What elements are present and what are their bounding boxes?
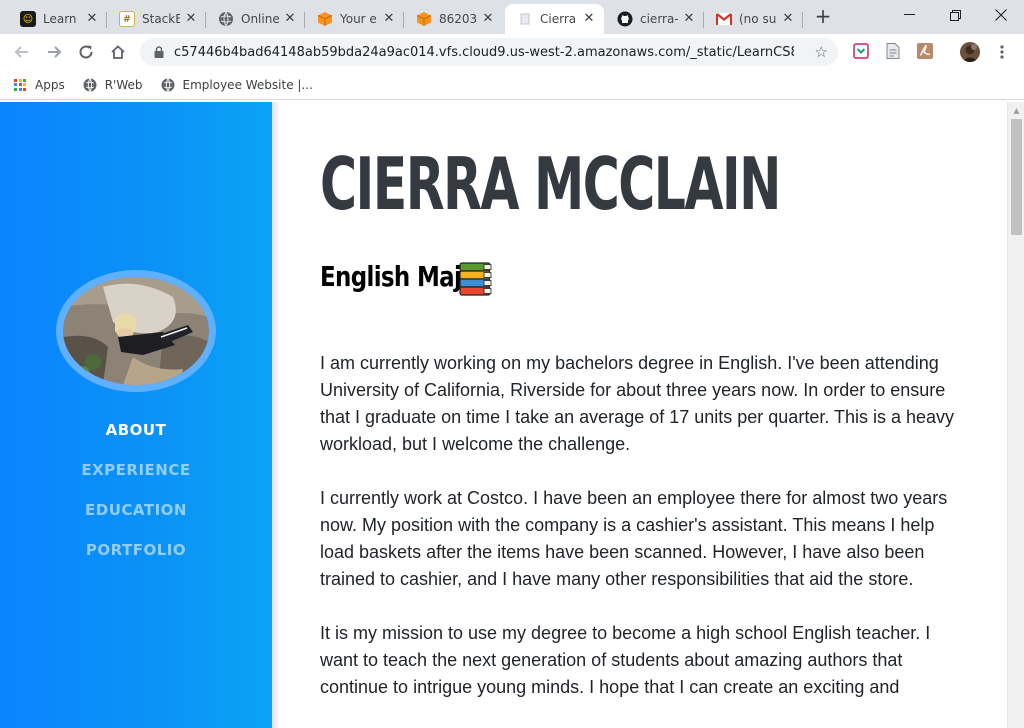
gmail-icon [716,11,732,27]
cube-icon [317,11,333,27]
globe-icon [83,77,97,92]
tab-title: (no sul [739,12,777,26]
sidebar-nav: ABOUT EXPERIENCE EDUCATION PORTFOLIO [0,416,272,576]
scrollbar-thumb[interactable] [1011,119,1022,235]
tab-learn[interactable]: ☺ Learn ( ✕ [8,4,107,34]
apps-grid-icon [14,78,26,91]
forward-arrow-icon[interactable] [40,38,68,66]
bookmark-label: R'Web [104,77,143,92]
extension-shield-icon[interactable] [852,42,870,60]
close-tab-icon[interactable]: ✕ [682,12,696,26]
about-text: I am currently working on my bachelors d… [320,350,970,728]
globe-icon [161,77,175,92]
cube-icon [416,11,432,27]
close-tab-icon[interactable]: ✕ [184,12,198,26]
subtitle: English Major [320,260,524,296]
page-scrollbar[interactable]: ▲ [1007,102,1024,728]
tab-title: Cierra [540,12,577,26]
sidebar: ABOUT EXPERIENCE EDUCATION PORTFOLIO [0,102,280,728]
nav-item-about[interactable]: ABOUT [0,416,272,456]
tab-your-env[interactable]: Your e ✕ [305,4,404,34]
about-paragraph: It is my mission to use my degree to bec… [320,623,931,697]
bookmark-rweb[interactable]: R'Web [83,78,143,92]
tab-title: cierra- [640,12,678,26]
restore-icon[interactable] [932,0,978,30]
home-icon[interactable] [104,38,132,66]
scroll-up-arrow-icon[interactable]: ▲ [1008,102,1024,119]
reload-icon[interactable] [72,38,100,66]
nav-item-education[interactable]: EDUCATION [0,496,272,536]
stackedit-hash-icon: # [119,11,135,27]
tab-gmail[interactable]: (no sul ✕ [704,4,803,34]
tab-strip: ☺ Learn ( ✕ # StackE ✕ Online ✕ Your e ✕… [0,0,1024,34]
close-tab-icon[interactable]: ✕ [283,12,297,26]
bookmark-label: Employee Website |... [182,77,313,92]
profile-photo [63,277,209,385]
tab-86203[interactable]: 86203( ✕ [404,4,503,34]
bookmark-star-icon[interactable]: ☆ [815,44,828,60]
nav-item-experience[interactable]: EXPERIENCE [0,456,272,496]
close-tab-icon[interactable]: ✕ [382,12,396,26]
books-icon [459,262,492,296]
bookmark-apps[interactable]: Apps [14,78,65,92]
close-tab-icon[interactable]: ✕ [582,12,596,26]
close-tab-icon[interactable]: ✕ [85,12,99,26]
close-tab-icon[interactable]: ✕ [781,12,795,26]
page-icon [517,11,533,27]
globe-icon [218,11,234,27]
profile-avatar-icon[interactable] [960,42,980,62]
bookmarks-bar: Apps R'Web Employee Website |... [0,70,1024,100]
address-bar[interactable]: c57446b4bad64148ab59bda24a9ac014.vfs.clo… [140,38,838,66]
minimize-icon[interactable] [886,0,932,30]
about-paragraph: I am currently working on my bachelors d… [320,353,955,454]
tab-cierra-active[interactable]: Cierra ✕ [505,4,604,34]
bookmark-label: Apps [35,77,65,92]
tab-title: Online [241,12,279,26]
tab-title: 86203( [439,12,477,26]
extension-document-icon[interactable] [884,42,902,60]
tab-online[interactable]: Online ✕ [206,4,305,34]
learn-smiley-icon: ☺ [20,11,36,27]
tab-title: Learn ( [43,12,81,26]
tab-stackedit[interactable]: # StackE ✕ [107,4,206,34]
tab-title: Your e [340,12,377,26]
about-paragraph: I currently work at Costco. I have been … [320,488,948,589]
nav-item-portfolio[interactable]: PORTFOLIO [0,536,272,576]
more-menu-icon[interactable] [988,38,1016,66]
new-tab-button[interactable]: + [812,6,834,28]
address-url: c57446b4bad64148ab59bda24a9ac014.vfs.clo… [174,44,794,60]
back-arrow-icon[interactable] [8,38,36,66]
bookmark-employee-website[interactable]: Employee Website |... [161,78,313,92]
profile-photo-frame [56,270,216,392]
tab-github[interactable]: cierra- ✕ [605,4,704,34]
close-tab-icon[interactable]: ✕ [481,12,495,26]
close-window-icon[interactable] [978,0,1024,30]
github-icon [617,11,633,27]
lock-icon [152,45,166,59]
page-viewport: ABOUT EXPERIENCE EDUCATION PORTFOLIO CIE… [0,102,1024,728]
tab-title: StackE [142,12,180,26]
extension-pdf-icon[interactable] [916,42,934,60]
browser-toolbar: c57446b4bad64148ab59bda24a9ac014.vfs.clo… [0,34,1024,70]
page-title: CIERRA MCCLAIN [320,142,781,226]
